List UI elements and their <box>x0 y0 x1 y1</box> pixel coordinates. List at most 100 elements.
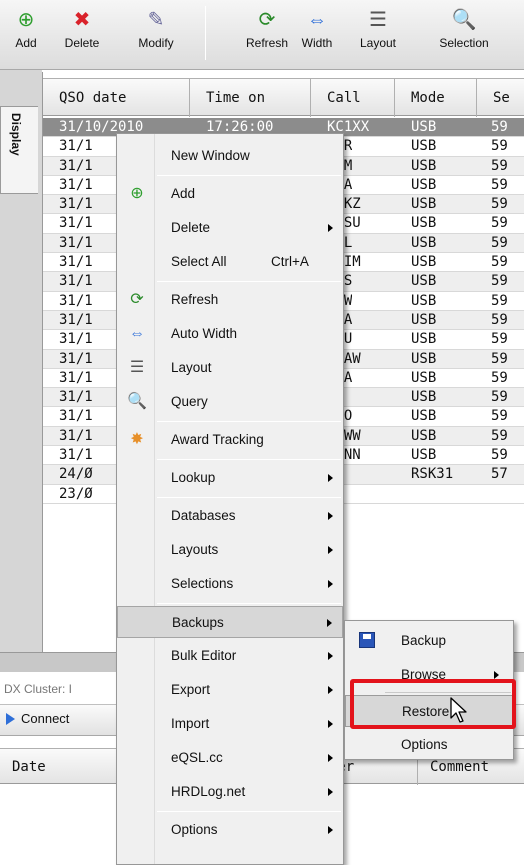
cell-sent: 59 <box>491 427 508 444</box>
toolbar-separator <box>205 6 206 60</box>
mouse-cursor-icon <box>450 697 467 723</box>
menu-item-label: HRDLog.net <box>171 784 246 799</box>
chevron-right-icon <box>494 671 499 679</box>
column-header-qso-date[interactable]: QSO date <box>43 79 190 117</box>
refresh-icon: ⟳ <box>258 9 276 31</box>
cell-mode: USB <box>411 350 437 367</box>
chevron-right-icon <box>328 720 333 728</box>
cell-sent: 57 <box>491 466 508 483</box>
delete-button[interactable]: ✖ Delete <box>52 6 112 62</box>
menu-item-query[interactable]: 🔍 Query <box>117 386 343 418</box>
grid-header: QSO date Time on Call Mode Se <box>43 78 524 117</box>
chevron-right-icon <box>328 580 333 588</box>
cell-sent: 59 <box>491 389 508 406</box>
layout-button[interactable]: ☰ Layout <box>346 6 410 62</box>
cell-sent: 59 <box>491 176 508 193</box>
menu-item-hrdlog-net[interactable]: HRDLog.net <box>117 776 343 808</box>
cell-date: 31/1 <box>59 331 93 348</box>
submenu-item-backup[interactable]: Backup <box>345 625 513 657</box>
menu-separator <box>157 281 341 282</box>
menu-item-label: Add <box>171 186 196 201</box>
refresh-icon: ⟳ <box>130 291 144 308</box>
menu-item-label: Selections <box>171 576 234 591</box>
menu-item-eqsl-cc[interactable]: eQSL.cc <box>117 742 343 774</box>
cell-mode: USB <box>411 447 437 464</box>
menu-item-layouts[interactable]: Layouts <box>117 534 343 566</box>
cell-sent: 59 <box>491 331 508 348</box>
award-icon: ✸ <box>130 431 144 448</box>
save-icon <box>359 632 375 648</box>
tab-display[interactable]: Display <box>0 106 38 194</box>
menu-item-label: Layout <box>171 360 212 375</box>
connect-label: Connect <box>21 711 70 726</box>
menu-item-label: Import <box>171 716 210 731</box>
menu-item-bulk-editor[interactable]: Bulk Editor <box>117 640 343 672</box>
menu-item-options[interactable]: Options <box>117 814 343 846</box>
selection-button-label: Selection <box>439 36 489 50</box>
modify-button[interactable]: ✎ Modify <box>116 6 196 62</box>
cell-mode: USB <box>411 427 437 444</box>
cell-mode: USB <box>411 215 437 232</box>
chevron-right-icon <box>328 826 333 834</box>
menu-item-databases[interactable]: Databases <box>117 500 343 532</box>
column-header-mode[interactable]: Mode <box>395 79 477 117</box>
menu-item-label: Backups <box>172 615 224 630</box>
menu-item-add[interactable]: ⊕ Add <box>117 178 343 210</box>
chevron-right-icon <box>327 619 332 627</box>
menu-item-label: Refresh <box>171 292 219 307</box>
selection-icon: 🔍 <box>451 9 477 31</box>
chevron-right-icon <box>328 652 333 660</box>
chevron-right-icon <box>328 474 333 482</box>
menu-item-new-window[interactable]: New Window <box>117 140 343 172</box>
cell-sent: 59 <box>491 369 508 386</box>
cell-date: 31/1 <box>59 369 93 386</box>
menu-item-award-tracking[interactable]: ✸ Award Tracking <box>117 424 343 456</box>
play-icon <box>6 712 15 725</box>
menu-item-import[interactable]: Import <box>117 708 343 740</box>
cell-mode: USB <box>411 369 437 386</box>
tab-display-label: Display <box>9 113 23 156</box>
menu-item-refresh[interactable]: ⟳ Refresh <box>117 284 343 316</box>
chevron-right-icon <box>328 788 333 796</box>
cell-mode: USB <box>411 234 437 251</box>
cell-mode: USB <box>411 138 437 155</box>
menu-item-export[interactable]: Export <box>117 674 343 706</box>
layout-icon: ☰ <box>129 359 145 376</box>
cell-mode: USB <box>411 254 437 271</box>
submenu-item-options[interactable]: Options <box>345 729 513 759</box>
menu-item-label: Databases <box>171 508 236 523</box>
cell-date: 31/1 <box>59 389 93 406</box>
cell-date: 31/1 <box>59 215 93 232</box>
cell-date: 31/1 <box>59 311 93 328</box>
menu-item-label: Lookup <box>171 470 216 485</box>
column-header-se[interactable]: Se <box>477 79 524 117</box>
menu-item-label: Delete <box>171 220 211 235</box>
chevron-right-icon <box>328 512 333 520</box>
query-icon: 🔍 <box>127 393 147 410</box>
menu-item-auto-width[interactable]: ⇔ Auto Width <box>117 318 343 350</box>
cell-mode: RSK31 <box>411 466 454 483</box>
width-button[interactable]: ⇔ Width <box>292 6 342 62</box>
modify-icon: ✎ <box>147 9 165 31</box>
menu-item-lookup[interactable]: Lookup <box>117 462 343 494</box>
add-button-label: Add <box>15 36 37 50</box>
dx-column-header-date[interactable]: Date <box>0 749 120 785</box>
cell-date: 31/1 <box>59 447 93 464</box>
menu-item-delete[interactable]: Delete <box>117 212 343 244</box>
menu-item-backups[interactable]: Backups <box>117 606 343 638</box>
menu-item-select-all[interactable]: Select All Ctrl+A <box>117 246 343 278</box>
cell-sent: 59 <box>491 119 508 135</box>
toolbar: ⊕ Add ✖ Delete ✎ Modify ⟳ Refresh ⇔ Width ☰ Layout 🔍… <box>0 0 524 70</box>
menu-item-label: Query <box>171 394 208 409</box>
menu-item-layout[interactable]: ☰ Layout <box>117 352 343 384</box>
menu-separator <box>157 603 341 604</box>
column-header-call[interactable]: Call <box>311 79 395 117</box>
connect-button[interactable]: Connect <box>6 711 69 726</box>
selection-button[interactable]: 🔍 Selection <box>414 6 514 62</box>
menu-item-label: Select All <box>171 254 227 269</box>
menu-item-selections[interactable]: Selections <box>117 568 343 600</box>
column-header-time-on[interactable]: Time on <box>190 79 311 117</box>
cell-mode: USB <box>411 331 437 348</box>
add-button[interactable]: ⊕ Add <box>4 6 48 62</box>
cell-date: 31/1 <box>59 408 93 425</box>
